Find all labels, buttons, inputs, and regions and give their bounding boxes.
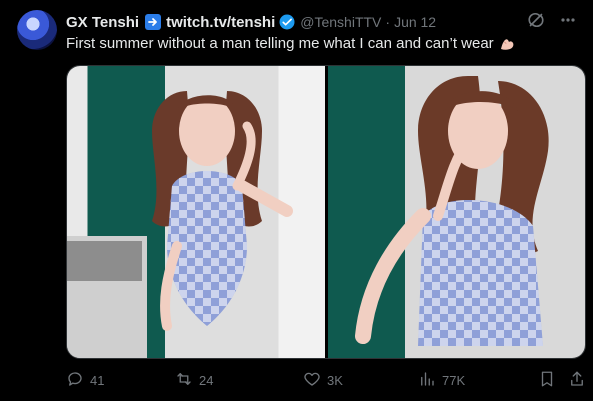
reply-button[interactable]: 41 — [66, 370, 104, 391]
grok-icon[interactable] — [527, 11, 545, 29]
views-icon — [418, 370, 436, 391]
heart-icon — [303, 370, 321, 391]
header-actions — [527, 11, 577, 29]
retweet-icon — [175, 370, 193, 391]
bookmark-icon — [538, 370, 556, 391]
reply-count: 41 — [90, 372, 105, 388]
author-avatar[interactable] — [17, 10, 57, 50]
photo-1-illustration — [67, 91, 293, 358]
flexed-biceps-icon — [498, 34, 516, 52]
retweet-button[interactable]: 24 — [175, 370, 213, 391]
verified-badge-icon — [278, 13, 296, 31]
tweet-text-row: First summer without a man telling me wh… — [66, 34, 516, 52]
retweet-count: 24 — [199, 372, 214, 388]
tweet-date[interactable]: Jun 12 — [394, 14, 436, 30]
bookmark-button[interactable] — [538, 370, 556, 391]
like-count: 3K — [327, 372, 343, 388]
tweet-text: First summer without a man telling me wh… — [66, 34, 494, 52]
author-handle[interactable]: @TenshiTTV — [300, 14, 381, 30]
more-icon[interactable] — [559, 11, 577, 29]
photo-2[interactable] — [327, 66, 585, 358]
right-arrow-icon — [145, 14, 162, 30]
like-button[interactable]: 3K — [303, 370, 343, 391]
share-button[interactable] — [568, 370, 586, 391]
photo-1[interactable] — [67, 66, 325, 358]
tweet-actions: 41 24 3K 77K — [66, 369, 586, 391]
author-name[interactable]: GX Tenshi — [66, 14, 139, 31]
photo-2-illustration — [354, 76, 549, 346]
views-count: 77K — [442, 372, 466, 388]
share-icon — [568, 370, 586, 391]
media-grid — [66, 65, 586, 359]
profile-link[interactable]: twitch.tv/tenshi — [166, 14, 275, 31]
reply-icon — [66, 370, 84, 391]
tweet-header: GX Tenshi twitch.tv/tenshi @TenshiTTV · … — [66, 12, 583, 32]
views-button[interactable]: 77K — [418, 370, 465, 391]
separator: · — [385, 14, 391, 30]
